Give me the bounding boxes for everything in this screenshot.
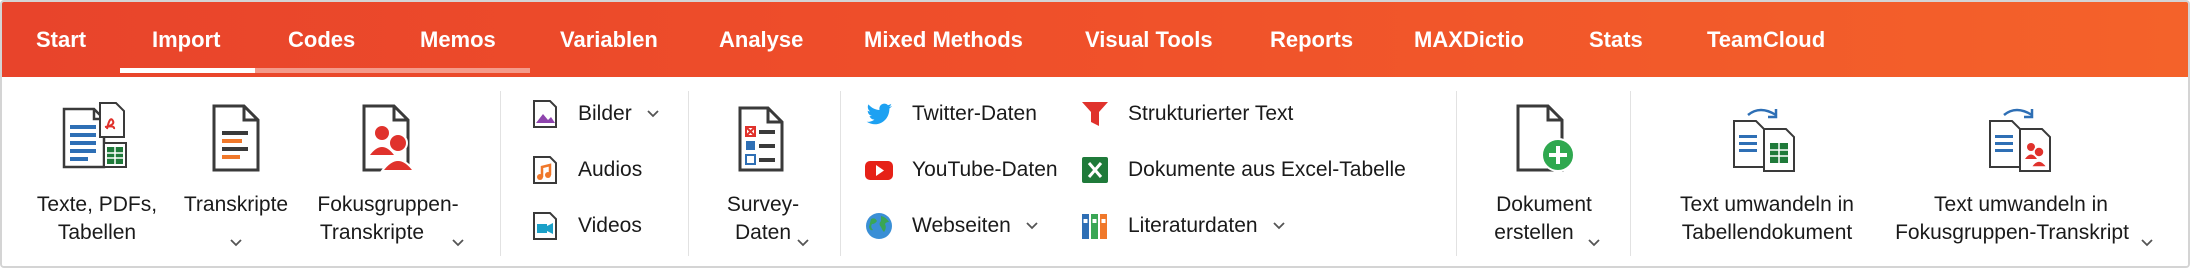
new-document-add-icon xyxy=(1516,104,1575,172)
app-window: Start Import Codes Memos Variablen Analy… xyxy=(0,0,2190,268)
strukturierter-text-label: Strukturierter Text xyxy=(1128,102,1294,125)
convert-to-focus-group-icon xyxy=(1989,108,2051,172)
import-bilder-button[interactable]: Bilder xyxy=(530,94,660,134)
tab-reports[interactable]: Reports xyxy=(1270,2,1353,77)
tab-analyse[interactable]: Analyse xyxy=(719,2,803,77)
literaturdaten-label: Literaturdaten xyxy=(1128,214,1258,237)
tab-maxdictio[interactable]: MAXDictio xyxy=(1414,2,1524,77)
audios-label: Audios xyxy=(578,158,643,181)
import-survey-daten-button[interactable]: Survey- Daten xyxy=(702,77,824,266)
youtube-play-icon xyxy=(865,161,893,180)
tab-stats[interactable]: Stats xyxy=(1589,2,1643,77)
twitter-label: Twitter-Daten xyxy=(912,102,1037,125)
survey-label-line1: Survey- xyxy=(726,193,800,216)
dokument-erstellen-button[interactable]: Dokument erstellen xyxy=(1474,77,1614,266)
active-tab-indicator xyxy=(120,68,255,73)
excel-icon xyxy=(1082,157,1108,183)
fokus-label-line2: Transkripte xyxy=(319,221,425,244)
webseiten-label: Webseiten xyxy=(912,214,1011,237)
tab-memos[interactable]: Memos xyxy=(420,2,496,77)
globe-icon xyxy=(866,213,892,239)
chevron-down-icon xyxy=(797,239,809,247)
dokument-label-line1: Dokument xyxy=(1496,193,1592,216)
youtube-label: YouTube-Daten xyxy=(912,158,1058,181)
group-separator xyxy=(1456,91,1457,256)
convert-to-table-icon xyxy=(1733,108,1795,172)
tabellendokument-label-line2: Tabellendokument xyxy=(1681,221,1853,244)
import-fokusgruppen-transkripte-button[interactable]: Fokusgruppen- Transkripte xyxy=(302,77,474,266)
import-strukturierter-text-button[interactable]: Strukturierter Text xyxy=(1080,94,1293,134)
documents-stack-icon xyxy=(62,102,127,169)
transcript-document-icon xyxy=(212,104,260,172)
tab-mixed-methods[interactable]: Mixed Methods xyxy=(864,2,1023,77)
import-excel-tabelle-button[interactable]: Dokumente aus Excel-Tabelle xyxy=(1080,150,1406,190)
import-youtube-daten-button[interactable]: YouTube-Daten xyxy=(864,150,1058,190)
chevron-down-icon xyxy=(2141,239,2153,247)
import-webseiten-button[interactable]: Webseiten xyxy=(864,206,1039,246)
excel-label: Dokumente aus Excel-Tabelle xyxy=(1128,158,1406,181)
tab-codes[interactable]: Codes xyxy=(288,2,355,77)
structured-text-funnel-icon xyxy=(1082,102,1108,126)
twitter-bird-icon xyxy=(866,103,893,125)
chevron-down-icon xyxy=(1026,222,1038,230)
import-videos-button[interactable]: Videos xyxy=(530,206,642,246)
chevron-down-icon xyxy=(1272,222,1285,230)
texte-label-line2: Tabellen xyxy=(57,221,137,244)
fokustrans-label-line1: Text umwandeln in xyxy=(1934,193,2108,216)
import-texte-pdfs-tabellen-button[interactable]: Texte, PDFs, Tabellen xyxy=(22,77,172,266)
chevron-down-icon xyxy=(230,239,242,247)
group-separator xyxy=(1630,91,1631,256)
survey-form-icon xyxy=(738,106,784,172)
tab-start[interactable]: Start xyxy=(36,2,86,77)
fokus-label-line1: Fokusgruppen- xyxy=(317,193,459,216)
text-umwandeln-tabellendokument-button[interactable]: Text umwandeln in Tabellendokument xyxy=(1652,77,1882,266)
ribbon-tab-bar: Start Import Codes Memos Variablen Analy… xyxy=(2,2,2188,77)
videos-label: Videos xyxy=(578,214,642,237)
dokument-label-line2: erstellen xyxy=(1494,221,1574,244)
chevron-down-icon xyxy=(452,239,464,247)
group-separator xyxy=(840,91,841,256)
books-binders-icon xyxy=(1082,214,1107,239)
group-separator xyxy=(500,91,501,256)
transkripte-label: Transkripte xyxy=(183,193,289,216)
image-file-icon xyxy=(533,100,557,128)
texte-label-line1: Texte, PDFs, xyxy=(36,193,158,216)
chevron-down-icon xyxy=(1588,239,1600,247)
video-file-icon xyxy=(533,212,557,240)
focus-group-document-icon xyxy=(362,104,416,172)
tab-import[interactable]: Import xyxy=(152,2,220,77)
bilder-label: Bilder xyxy=(578,102,632,125)
tab-teamcloud[interactable]: TeamCloud xyxy=(1707,2,1825,77)
import-literaturdaten-button[interactable]: Literaturdaten xyxy=(1080,206,1286,246)
tabellendokument-label-line1: Text umwandeln in xyxy=(1680,193,1854,216)
text-umwandeln-fokusgruppen-transkript-button[interactable]: Text umwandeln in Fokusgruppen-Transkrip… xyxy=(1886,77,2156,266)
fokustrans-label-line2: Fokusgruppen-Transkript xyxy=(1895,221,2129,244)
import-transkripte-button[interactable]: Transkripte xyxy=(174,77,298,266)
import-twitter-daten-button[interactable]: Twitter-Daten xyxy=(864,94,1037,134)
audio-file-icon xyxy=(533,156,557,184)
import-ribbon: Texte, PDFs, Tabellen Transkripte Fokusg… xyxy=(2,77,2188,266)
chevron-down-icon xyxy=(647,110,659,118)
group-separator xyxy=(688,91,689,256)
tab-variablen[interactable]: Variablen xyxy=(560,2,658,77)
tab-visual-tools[interactable]: Visual Tools xyxy=(1085,2,1213,77)
import-audios-button[interactable]: Audios xyxy=(530,150,642,190)
